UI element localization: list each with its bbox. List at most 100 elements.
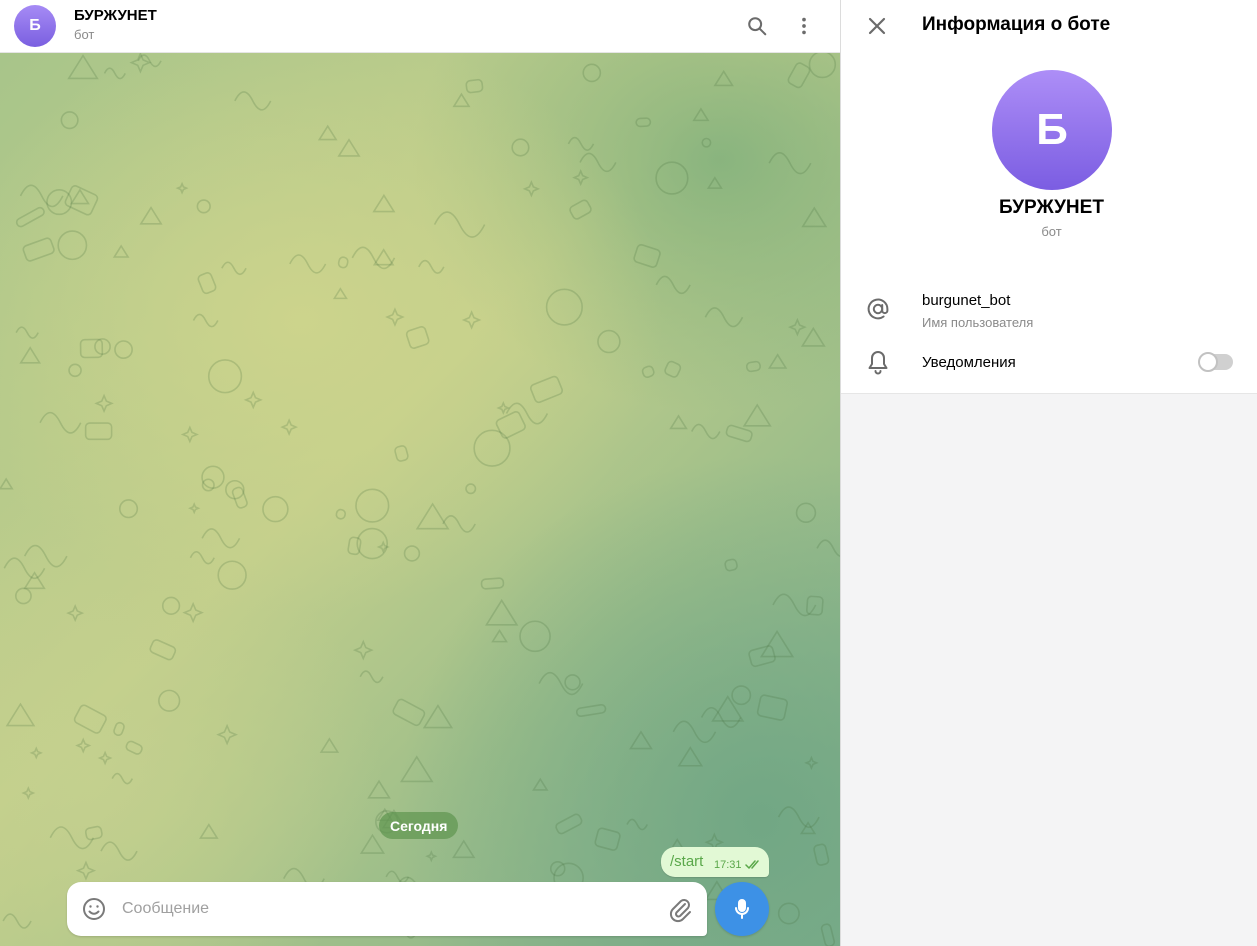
wallpaper-doodle <box>216 723 238 746</box>
attach-icon[interactable] <box>666 895 694 923</box>
wallpaper-doodle <box>795 502 817 523</box>
wallpaper-doodle <box>756 694 788 721</box>
wallpaper-doodle <box>465 78 484 94</box>
wallpaper-doodle <box>197 272 217 295</box>
wallpaper-doodle <box>405 326 430 349</box>
wallpaper-doodle <box>125 740 143 755</box>
wallpaper-doodle <box>777 806 820 829</box>
wallpaper-doodle <box>67 54 99 80</box>
wallpaper-doodle <box>655 275 691 295</box>
notifications-toggle[interactable] <box>1198 352 1233 372</box>
wallpaper-doodle <box>21 786 36 800</box>
wallpaper-doodle <box>73 704 107 734</box>
wallpaper-doodle <box>452 839 476 859</box>
wallpaper-doodle <box>491 629 508 643</box>
wallpaper-doodle <box>465 483 477 495</box>
wallpaper-doodle <box>692 107 710 122</box>
wallpaper-doodle <box>118 499 139 519</box>
wallpaper-doodle <box>820 923 836 946</box>
wallpaper-doodle <box>337 138 361 157</box>
more-button[interactable] <box>789 11 819 41</box>
chat-avatar[interactable]: Б <box>14 5 56 47</box>
bot-info-panel: Информация о боте Б БУРЖУНЕТ бот burgune… <box>840 0 1257 946</box>
emoji-icon[interactable] <box>80 895 108 923</box>
search-icon <box>748 17 767 36</box>
wallpaper-doodle <box>367 779 391 799</box>
wallpaper-doodle <box>461 310 482 330</box>
wallpaper-doodle <box>669 414 688 430</box>
wallpaper-doodle <box>188 502 201 515</box>
wallpaper-doodle <box>97 750 113 766</box>
notifications-row[interactable]: Уведомления <box>841 340 1257 384</box>
wallpaper-doodle <box>66 604 85 623</box>
wallpaper-doodle <box>704 307 744 328</box>
wallpaper-doodle <box>452 92 471 108</box>
wallpaper-doodle <box>319 737 340 753</box>
toggle-knob <box>1198 352 1218 372</box>
wallpaper-doodle <box>60 111 79 130</box>
outgoing-message[interactable]: /start 17:31 <box>661 847 769 877</box>
username-row[interactable]: burgunet_bot Имя пользователя <box>841 282 1257 338</box>
mic-icon <box>735 899 749 919</box>
wallpaper-doodle <box>731 685 752 706</box>
panel-title: Информация о боте <box>922 14 1111 35</box>
wallpaper-doodle <box>335 508 347 520</box>
wallpaper-doodle <box>22 237 55 262</box>
wallpaper-doodle <box>75 860 97 881</box>
wallpaper-doodle <box>201 465 225 489</box>
wallpaper-doodle <box>635 117 652 128</box>
wallpaper-doodle <box>664 360 682 378</box>
profile-avatar[interactable]: Б <box>992 70 1112 190</box>
wallpaper-doodle <box>19 346 42 364</box>
wallpaper-doodle <box>808 50 837 79</box>
wallpaper-doodle <box>182 601 204 624</box>
wallpaper-doodle <box>415 502 450 530</box>
more-vertical-icon <box>802 17 806 35</box>
wallpaper-doodle <box>189 550 215 565</box>
wallpaper-doodle <box>225 479 245 500</box>
wallpaper-doodle <box>594 827 621 851</box>
wallpaper-doodle <box>816 539 840 557</box>
wallpaper-doodle <box>672 720 717 744</box>
wallpaper-doodle <box>317 124 338 141</box>
wallpaper-doodle <box>199 823 219 839</box>
bell-icon <box>865 349 891 375</box>
wallpaper-doodle <box>495 411 526 439</box>
wallpaper-doodle <box>555 813 583 835</box>
wallpaper-doodle <box>511 138 530 157</box>
wallpaper-doodle <box>433 211 486 238</box>
wallpaper-doodle <box>626 818 648 831</box>
wallpaper-doodle <box>161 596 181 615</box>
wallpaper-doodle <box>629 730 653 750</box>
search-button[interactable] <box>742 11 772 41</box>
close-icon <box>868 17 886 35</box>
chat-header[interactable]: Б БУРЖУНЕТ бот <box>0 0 840 53</box>
wallpaper-doodle <box>485 598 519 626</box>
wallpaper-doodle <box>57 230 88 261</box>
wallpaper-doodle <box>0 477 14 490</box>
wallpaper-doodle <box>23 544 68 568</box>
wallpaper-doodle <box>801 206 828 228</box>
wallpaper-doodle <box>569 199 592 220</box>
wallpaper-doodle <box>582 63 602 83</box>
wallpaper-doodle <box>29 746 43 760</box>
wallpaper-doodle <box>64 185 99 216</box>
username-value: burgunet_bot <box>922 292 1011 309</box>
wallpaper-doodle <box>15 326 39 339</box>
wallpaper-doodle <box>579 152 617 173</box>
wallpaper-doodle <box>787 62 811 89</box>
wallpaper-doodle <box>75 737 92 754</box>
wallpaper-doodle <box>522 180 541 198</box>
wallpaper-doodle <box>742 403 772 427</box>
wallpaper-doodle <box>280 418 298 436</box>
wallpaper-doodle <box>149 639 177 661</box>
message-input[interactable] <box>122 896 652 922</box>
voice-record-button[interactable] <box>715 882 769 936</box>
wallpaper-doodle <box>545 288 583 326</box>
close-panel-button[interactable] <box>863 12 891 40</box>
wallpaper-doodle <box>175 181 189 195</box>
profile-subtitle: бот <box>1041 224 1062 239</box>
wallpaper-doodle <box>385 307 405 327</box>
wallpaper-doodle <box>69 188 90 205</box>
wallpaper-doodle <box>422 704 454 729</box>
